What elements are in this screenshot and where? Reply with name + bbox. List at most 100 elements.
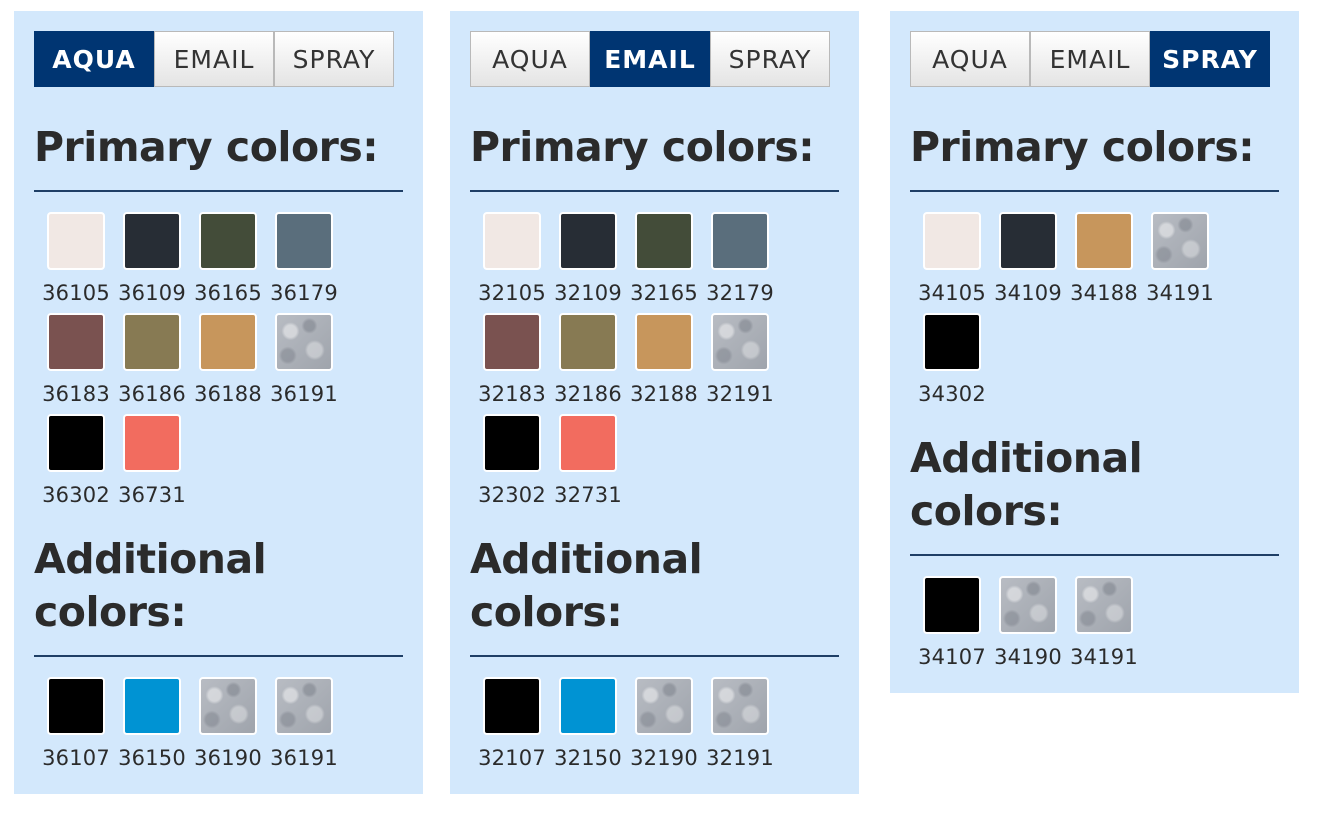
color-chip[interactable] xyxy=(483,313,541,371)
color-chip[interactable] xyxy=(711,677,769,735)
color-code: 32302 xyxy=(478,483,546,507)
color-chip[interactable] xyxy=(559,677,617,735)
color-code: 34188 xyxy=(1070,281,1138,305)
color-swatch[interactable]: 36179 xyxy=(266,212,342,306)
tab-aqua[interactable]: AQUA xyxy=(910,31,1030,87)
color-code: 32191 xyxy=(706,382,774,406)
color-swatch[interactable]: 34190 xyxy=(990,576,1066,670)
color-swatch[interactable]: 36191 xyxy=(266,313,342,407)
color-chip[interactable] xyxy=(559,414,617,472)
color-swatch[interactable]: 34302 xyxy=(914,313,990,407)
color-chip[interactable] xyxy=(275,212,333,270)
color-swatch[interactable]: 36190 xyxy=(190,677,266,771)
color-swatch[interactable]: 36109 xyxy=(114,212,190,306)
color-chip[interactable] xyxy=(635,313,693,371)
color-code: 32109 xyxy=(554,281,622,305)
color-swatch[interactable]: 32188 xyxy=(626,313,702,407)
color-swatch[interactable]: 34107 xyxy=(914,576,990,670)
tab-spray[interactable]: SPRAY xyxy=(274,31,394,87)
color-chip[interactable] xyxy=(199,677,257,735)
color-code: 36186 xyxy=(118,382,186,406)
color-chip[interactable] xyxy=(923,212,981,270)
color-chip[interactable] xyxy=(1075,576,1133,634)
color-chip[interactable] xyxy=(559,313,617,371)
color-swatch[interactable]: 36188 xyxy=(190,313,266,407)
color-swatch[interactable]: 32191 xyxy=(702,313,778,407)
section-divider xyxy=(910,554,1279,556)
color-chip[interactable] xyxy=(275,677,333,735)
color-code: 36191 xyxy=(270,746,338,770)
color-chip[interactable] xyxy=(635,212,693,270)
primary-swatch-list: 32105 32109 32165 32179 32183 32186 32188 32191… xyxy=(474,212,794,515)
color-code: 36188 xyxy=(194,382,262,406)
color-swatch[interactable]: 32107 xyxy=(474,677,550,771)
color-chip[interactable] xyxy=(559,212,617,270)
color-chip[interactable] xyxy=(275,313,333,371)
color-chip[interactable] xyxy=(47,677,105,735)
tab-spray[interactable]: SPRAY xyxy=(1150,31,1270,87)
primary-colors-heading: Primary colors: xyxy=(910,123,1255,171)
color-chip[interactable] xyxy=(199,212,257,270)
tab-email[interactable]: EMAIL xyxy=(1030,31,1150,87)
color-chip[interactable] xyxy=(1151,212,1209,270)
color-swatch[interactable]: 32105 xyxy=(474,212,550,306)
color-chip[interactable] xyxy=(123,414,181,472)
color-chip[interactable] xyxy=(923,313,981,371)
tab-spray[interactable]: SPRAY xyxy=(710,31,830,87)
color-chip[interactable] xyxy=(483,414,541,472)
color-chip[interactable] xyxy=(483,212,541,270)
color-code: 34191 xyxy=(1070,645,1138,669)
color-swatch[interactable]: 34105 xyxy=(914,212,990,306)
color-code: 32179 xyxy=(706,281,774,305)
color-code: 34105 xyxy=(918,281,986,305)
color-chip[interactable] xyxy=(123,212,181,270)
color-chip[interactable] xyxy=(923,576,981,634)
color-swatch[interactable]: 32179 xyxy=(702,212,778,306)
color-swatch[interactable]: 36150 xyxy=(114,677,190,771)
color-chip[interactable] xyxy=(635,677,693,735)
color-swatch[interactable]: 32165 xyxy=(626,212,702,306)
color-code: 32186 xyxy=(554,382,622,406)
color-swatch[interactable]: 36183 xyxy=(38,313,114,407)
tab-aqua[interactable]: AQUA xyxy=(34,31,154,87)
color-code: 34109 xyxy=(994,281,1062,305)
color-swatch[interactable]: 34191 xyxy=(1066,576,1142,670)
color-swatch[interactable]: 32186 xyxy=(550,313,626,407)
color-chip[interactable] xyxy=(47,414,105,472)
color-swatch[interactable]: 34191 xyxy=(1142,212,1218,306)
color-swatch[interactable]: 36191 xyxy=(266,677,342,771)
color-swatch[interactable]: 36186 xyxy=(114,313,190,407)
color-swatch[interactable]: 32109 xyxy=(550,212,626,306)
color-swatch[interactable]: 32302 xyxy=(474,414,550,508)
color-swatch[interactable]: 32150 xyxy=(550,677,626,771)
color-code: 36190 xyxy=(194,746,262,770)
color-chip[interactable] xyxy=(47,313,105,371)
color-swatch[interactable]: 32190 xyxy=(626,677,702,771)
color-swatch[interactable]: 32183 xyxy=(474,313,550,407)
tab-email[interactable]: EMAIL xyxy=(154,31,274,87)
color-swatch[interactable]: 36731 xyxy=(114,414,190,508)
color-swatch[interactable]: 34188 xyxy=(1066,212,1142,306)
color-swatch[interactable]: 32191 xyxy=(702,677,778,771)
tab-aqua[interactable]: AQUA xyxy=(470,31,590,87)
color-chip[interactable] xyxy=(999,212,1057,270)
color-chip[interactable] xyxy=(711,313,769,371)
color-chip[interactable] xyxy=(1075,212,1133,270)
color-swatch[interactable]: 36107 xyxy=(38,677,114,771)
color-swatch[interactable]: 36105 xyxy=(38,212,114,306)
color-chip[interactable] xyxy=(999,576,1057,634)
tab-email[interactable]: EMAIL xyxy=(590,31,710,87)
color-code: 34107 xyxy=(918,645,986,669)
color-chip[interactable] xyxy=(199,313,257,371)
color-chip[interactable] xyxy=(47,212,105,270)
color-chip[interactable] xyxy=(123,313,181,371)
color-chip[interactable] xyxy=(123,677,181,735)
color-swatch[interactable]: 36302 xyxy=(38,414,114,508)
color-chip[interactable] xyxy=(483,677,541,735)
section-divider xyxy=(910,190,1279,192)
color-swatch[interactable]: 32731 xyxy=(550,414,626,508)
color-swatch[interactable]: 36165 xyxy=(190,212,266,306)
color-swatch[interactable]: 34109 xyxy=(990,212,1066,306)
color-chip[interactable] xyxy=(711,212,769,270)
color-code: 36107 xyxy=(42,746,110,770)
